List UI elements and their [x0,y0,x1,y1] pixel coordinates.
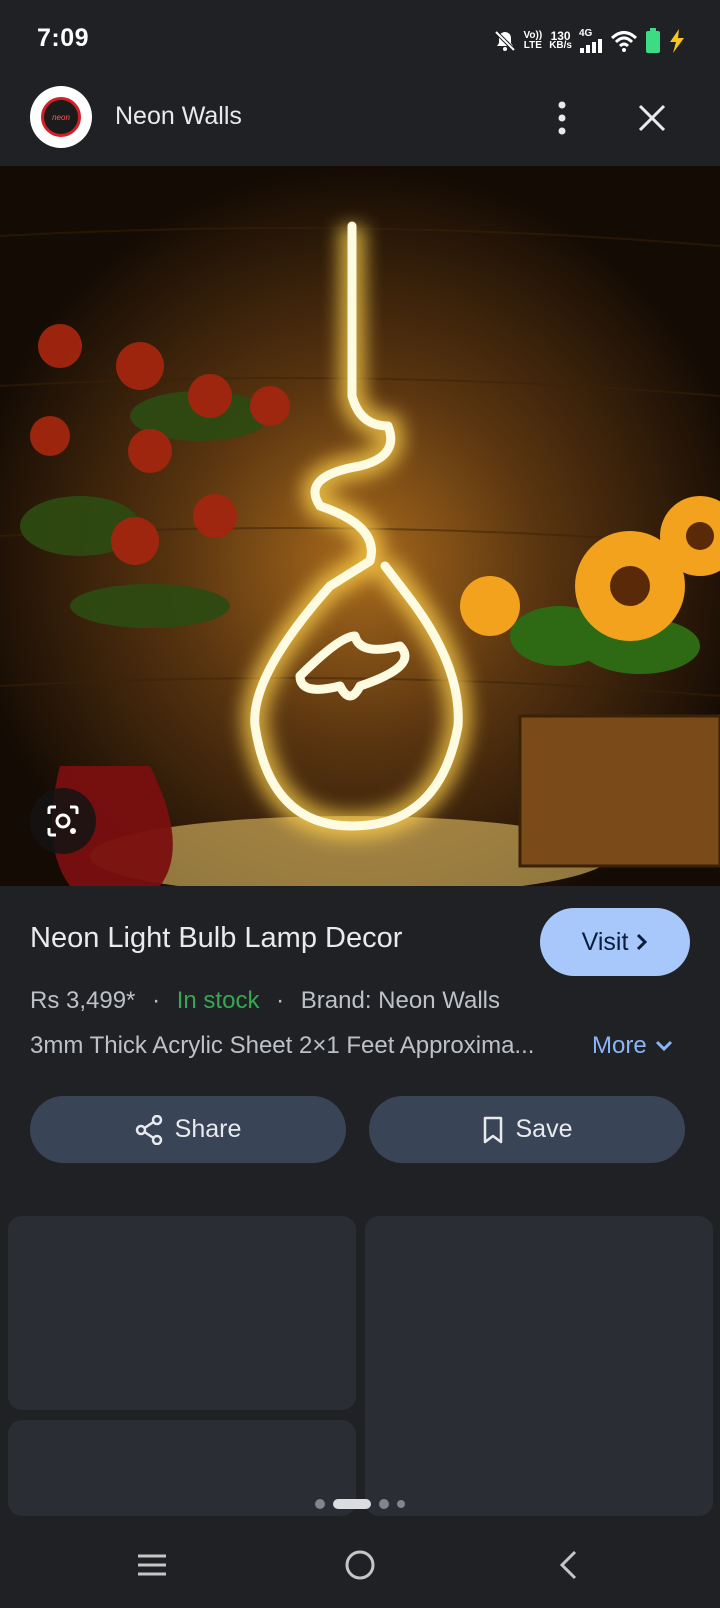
page-dot-active [333,1499,371,1509]
logo-mark: neon [41,97,81,137]
neon-bulb-photo [0,166,720,886]
visit-label: Visit [581,927,629,956]
bell-off-icon [494,30,515,52]
more-options-button[interactable] [540,96,584,140]
bookmark-icon [483,1116,502,1143]
signal-bars-icon [580,39,602,53]
product-description: 3mm Thick Acrylic Sheet 2×1 Feet Approxi… [30,1032,535,1059]
lens-search-button[interactable] [30,788,96,854]
signal-indicator: 4G [579,29,603,53]
chevron-down-icon [655,1040,672,1052]
save-button[interactable]: Save [369,1096,685,1163]
site-logo: neon [30,86,92,148]
close-button[interactable] [630,96,674,140]
back-chevron-icon [559,1550,577,1580]
more-vert-icon [558,101,566,135]
share-label: Share [174,1115,242,1143]
page-dot [397,1500,405,1508]
product-meta: Rs 3,499* · In stock · Brand: Neon Walls [30,987,500,1015]
separator-dot: · [152,987,161,1014]
status-bar: 7:09 Vo)) LTE 130 KB/s 4G [0,0,720,80]
share-button[interactable]: Share [30,1096,346,1163]
camera-search-icon [47,805,79,837]
menu-icon [138,1554,166,1576]
page-dot [315,1499,325,1509]
price: Rs 3,499* [30,987,136,1014]
save-label: Save [515,1115,573,1143]
visit-button[interactable]: Visit [540,908,690,976]
brand: Brand: Neon Walls [300,987,500,1014]
more-label: More [592,1032,647,1059]
home-button[interactable] [330,1540,390,1590]
page-dot [379,1499,389,1509]
chevron-right-icon [637,933,648,951]
site-name[interactable]: Neon Walls [115,102,242,131]
wifi-icon [610,31,638,52]
home-circle-icon [345,1550,375,1580]
product-image[interactable] [0,166,720,886]
more-button[interactable]: More [592,1032,673,1060]
system-nav-bar [0,1530,720,1608]
charging-icon [670,29,684,53]
stock-status: In stock [176,987,260,1014]
related-result-card[interactable] [365,1216,713,1516]
status-icons: Vo)) LTE 130 KB/s 4G [493,24,687,58]
product-title[interactable]: Neon Light Bulb Lamp Decor [30,922,402,955]
recent-apps-button[interactable] [122,1540,182,1590]
volte-indicator: Vo)) LTE [523,30,543,51]
related-result-card[interactable] [8,1216,356,1410]
status-time: 7:09 [37,24,90,52]
back-button[interactable] [538,1540,598,1590]
close-icon [638,104,666,132]
page-indicator [0,1494,720,1514]
result-header: neon Neon Walls [0,86,720,162]
network-speed: 130 KB/s [549,29,572,51]
separator-dot: · [276,987,285,1014]
battery-icon [646,28,660,53]
share-icon [135,1114,162,1145]
